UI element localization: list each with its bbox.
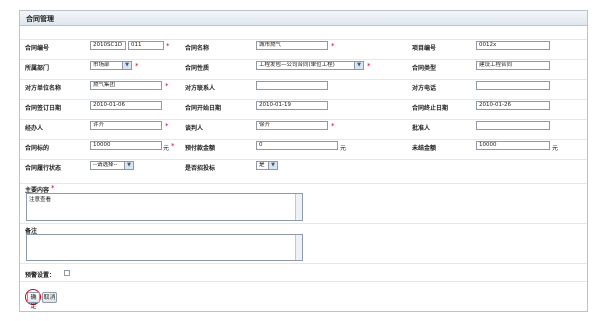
required-mark: * — [135, 62, 139, 70]
counterparty-phone-label: 对方电话 — [412, 85, 437, 92]
yuan-unit: 元 — [163, 145, 170, 152]
chevron-down-icon[interactable]: ▼ — [124, 162, 133, 169]
prepayment-label: 预付款金额 — [185, 145, 216, 152]
row-divider — [20, 119, 587, 120]
prepayment-input[interactable]: 0 — [256, 141, 338, 150]
required-mark: * — [51, 184, 55, 192]
unsettled-input[interactable]: 10000 — [476, 141, 550, 150]
contract-no-prefix-input[interactable]: 2010SC1D — [90, 41, 126, 50]
required-mark: * — [367, 62, 371, 70]
chevron-down-icon[interactable]: ▼ — [268, 162, 277, 169]
scrollbar[interactable] — [295, 194, 302, 220]
row-divider — [20, 39, 587, 40]
contract-nature-label: 合同性质 — [185, 65, 210, 72]
contract-no-label: 合同编号 — [25, 45, 50, 52]
row-divider — [20, 263, 587, 264]
required-mark: * — [331, 42, 335, 50]
cancel-button[interactable]: 取消 — [42, 292, 57, 303]
fulfillment-status-select[interactable]: --请选择-- ▼ — [90, 161, 134, 170]
required-mark: * — [171, 142, 175, 150]
unsettled-label: 未结金额 — [412, 145, 437, 152]
row-divider — [20, 159, 587, 160]
required-mark: * — [165, 122, 169, 130]
negotiator-label: 谈判人 — [185, 125, 204, 132]
fulfillment-status-label: 合同履行状态 — [25, 165, 62, 172]
approver-input[interactable] — [476, 121, 550, 130]
contract-name-input[interactable]: 城市燃气 — [256, 41, 328, 50]
project-no-input[interactable]: 0012x — [476, 41, 550, 50]
department-select[interactable]: 市场部 ▼ — [90, 61, 132, 70]
row-divider — [20, 59, 587, 60]
confirm-button[interactable]: 确定 — [27, 292, 40, 310]
row-divider — [20, 183, 587, 184]
contract-nature-value: 工程发包—公司合同(单位工程) — [259, 62, 335, 68]
yuan-unit: 元 — [552, 145, 559, 152]
contract-type-input[interactable]: 建设工程合同 — [476, 61, 550, 70]
contract-nature-select[interactable]: 工程发包—公司合同(单位工程) ▼ — [256, 61, 364, 70]
end-date-input[interactable]: 2010-01-26 — [476, 101, 550, 110]
is-tender-select[interactable]: 是 ▼ — [256, 161, 278, 170]
remarks-textarea[interactable] — [26, 234, 303, 261]
is-tender-value: 是 — [259, 162, 265, 168]
row-divider — [20, 223, 587, 224]
subject-amount-input[interactable]: 10000 — [90, 141, 162, 150]
fulfillment-status-value: --请选择-- — [93, 162, 118, 168]
required-mark: * — [166, 42, 170, 50]
chevron-down-icon[interactable]: ▼ — [122, 62, 131, 69]
counterparty-input[interactable]: 燃气集团 — [90, 81, 162, 90]
counterparty-phone-input[interactable] — [476, 81, 550, 90]
contract-name-label: 合同名称 — [185, 45, 210, 52]
counterparty-contact-input[interactable] — [256, 81, 328, 90]
handler-label: 经办人 — [25, 125, 44, 132]
is-tender-label: 是否招投标 — [185, 165, 216, 172]
contract-type-label: 合同类型 — [412, 65, 437, 72]
chevron-down-icon[interactable]: ▼ — [354, 62, 363, 69]
negotiator-input[interactable]: 徐齐 — [256, 121, 328, 130]
warning-label: 预警设置： — [25, 272, 56, 279]
sign-date-input[interactable]: 2010-01-06 — [90, 101, 162, 110]
panel-titlebar: 合同管理 — [20, 11, 587, 26]
counterparty-contact-label: 对方联系人 — [185, 85, 216, 92]
row-divider — [20, 281, 587, 282]
main-content-textarea[interactable]: 注意查看 — [26, 193, 303, 221]
panel-title: 合同管理 — [26, 15, 54, 23]
required-mark: * — [331, 122, 335, 130]
yuan-unit: 元 — [340, 145, 347, 152]
department-label: 所属部门 — [25, 65, 50, 72]
row-divider — [20, 139, 587, 140]
start-date-label: 合同开始日期 — [185, 105, 222, 112]
approver-label: 批准人 — [412, 125, 431, 132]
subject-amount-label: 合同标的 — [25, 145, 50, 152]
main-content-value: 注意查看 — [29, 197, 52, 203]
counterparty-label: 对方单位名称 — [25, 85, 62, 92]
end-date-label: 合同终止日期 — [412, 105, 449, 112]
contract-no-suffix-input[interactable]: 011 — [128, 41, 164, 50]
department-value: 市场部 — [93, 62, 110, 68]
sign-date-label: 合同签订日期 — [25, 105, 62, 112]
warning-checkbox[interactable] — [64, 270, 70, 276]
row-divider — [20, 99, 587, 100]
start-date-input[interactable]: 2010-01-19 — [256, 101, 328, 110]
row-divider — [20, 79, 587, 80]
scrollbar[interactable] — [295, 235, 302, 260]
project-no-label: 项目编号 — [412, 45, 437, 52]
contract-form-panel: 合同管理 合同编号 2010SC1D 011 * 合同名称 城市燃气 * 项目编… — [19, 10, 588, 312]
handler-input[interactable]: 许齐 — [90, 121, 162, 130]
required-mark: * — [165, 82, 169, 90]
